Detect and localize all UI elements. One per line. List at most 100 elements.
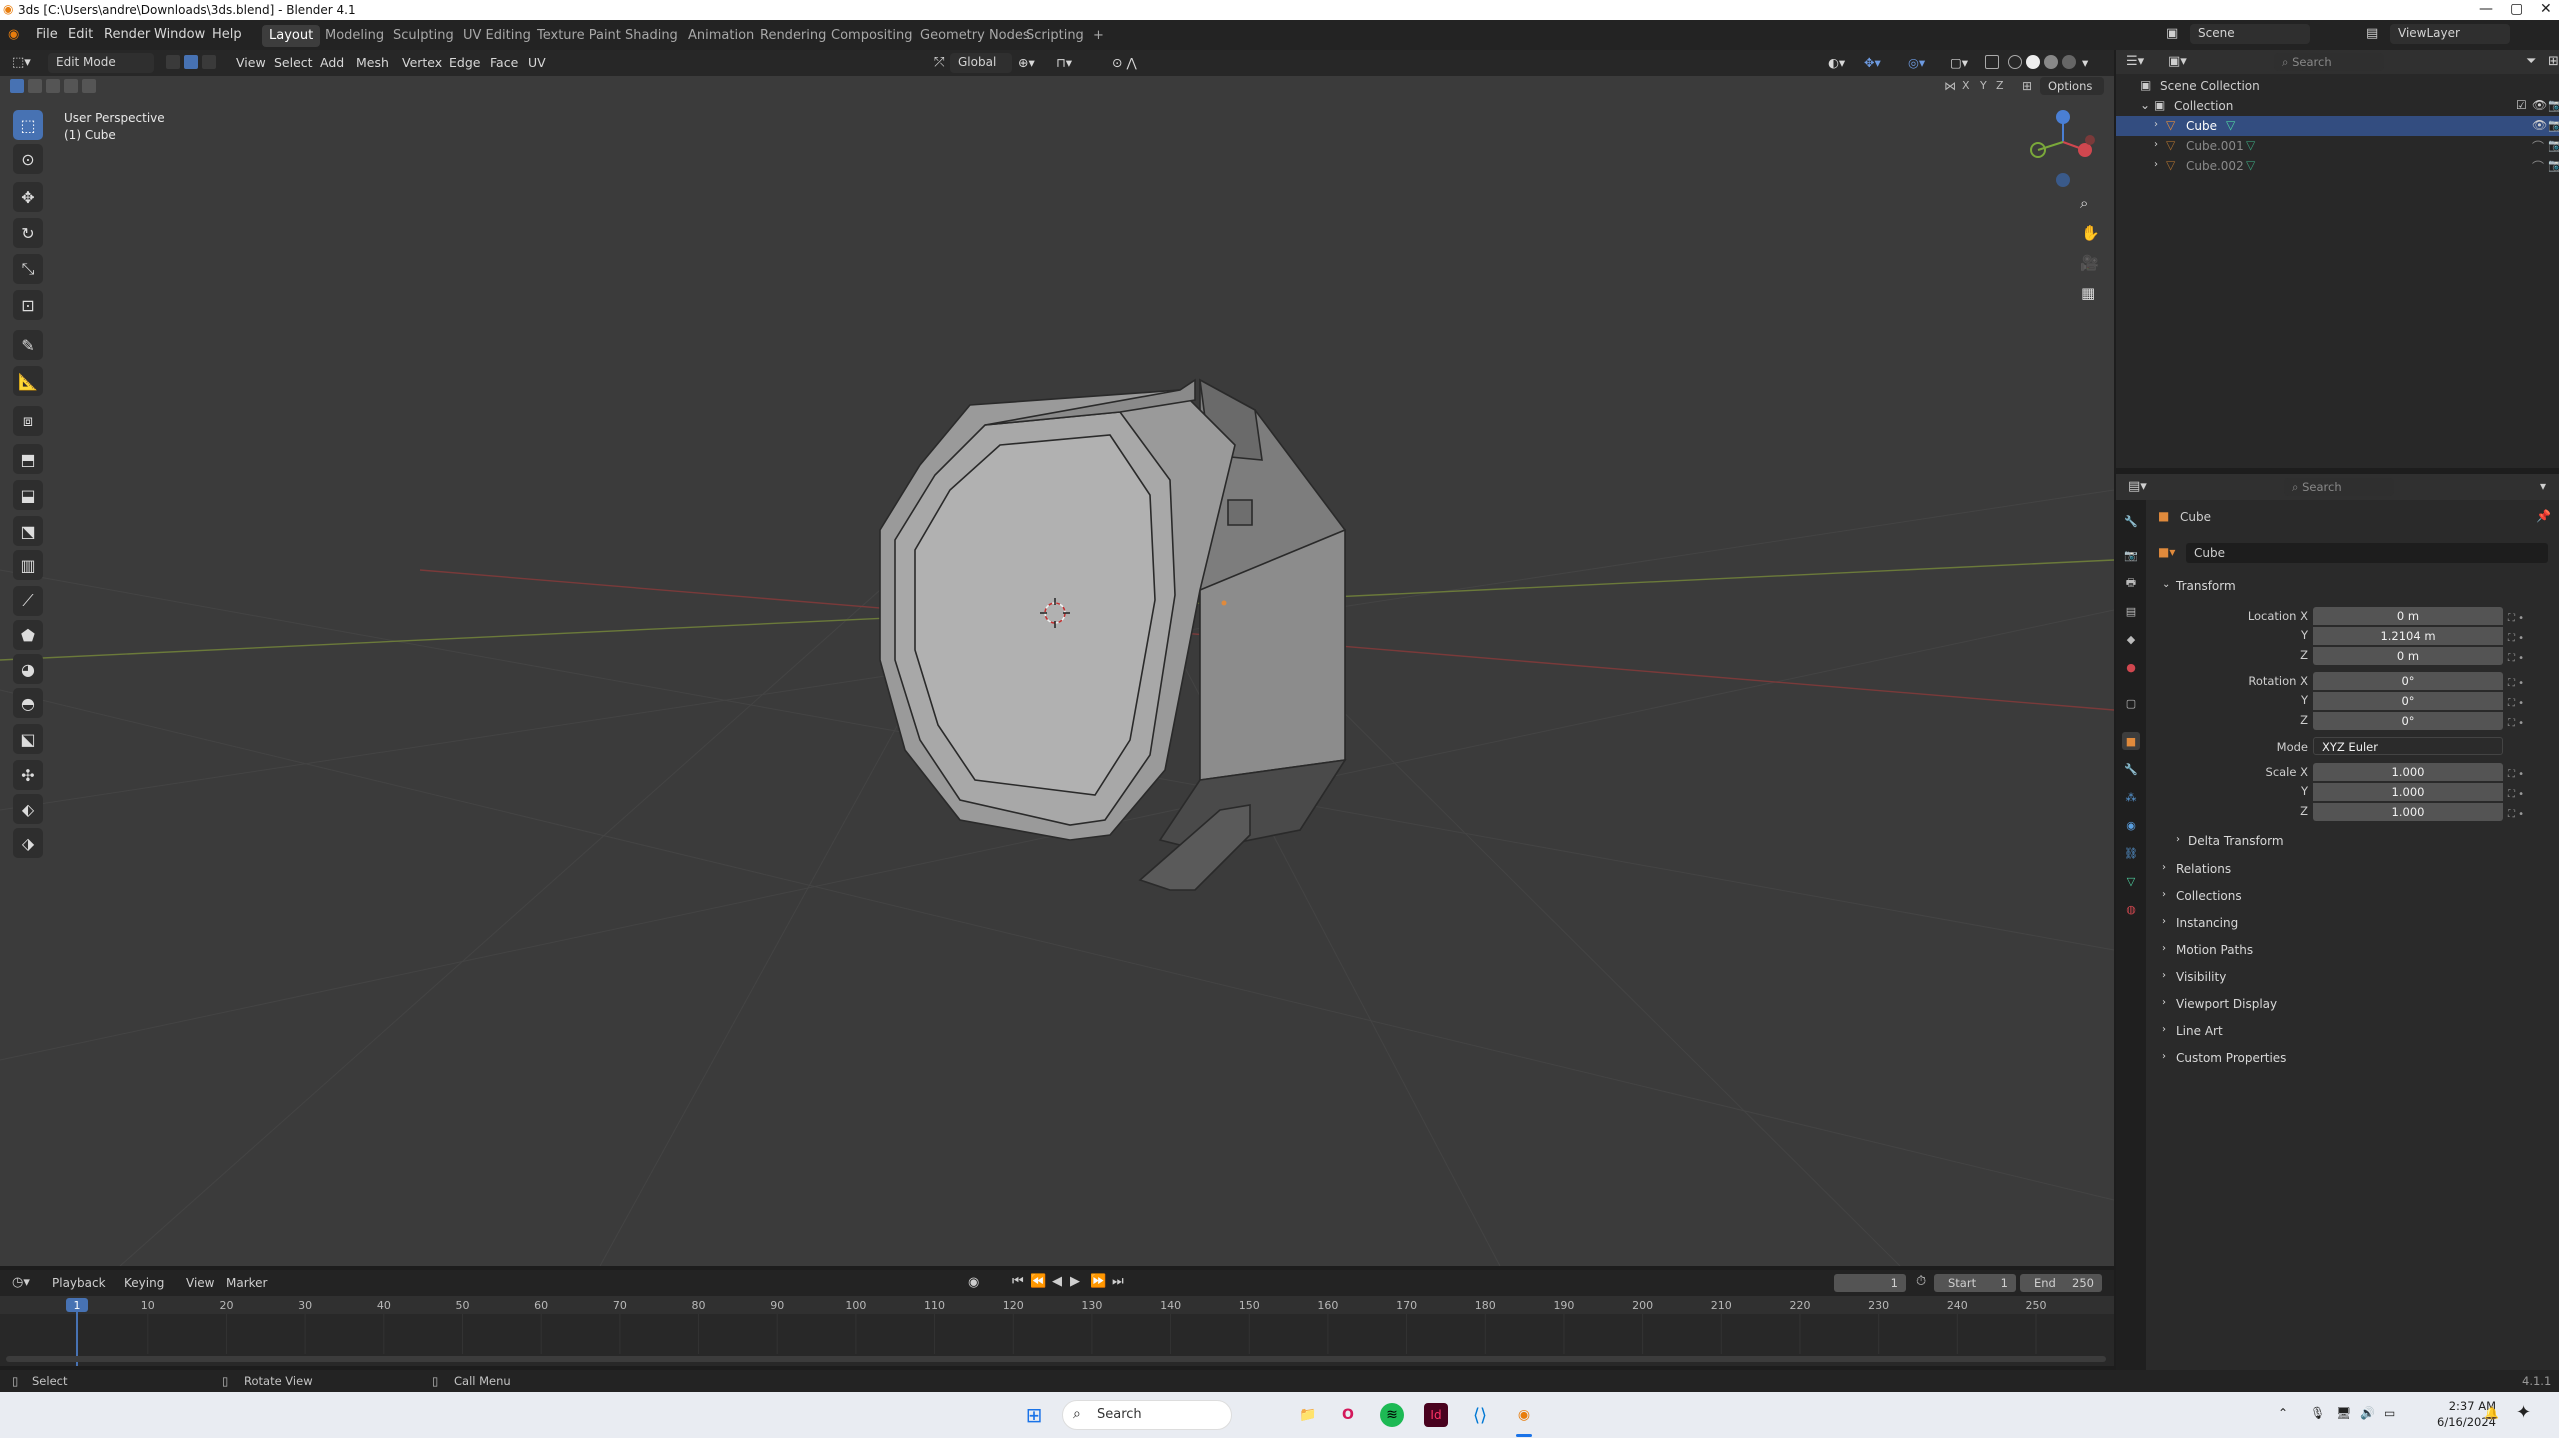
rotation-mode-selector[interactable]: XYZ Euler	[2313, 737, 2503, 755]
rotation-z-field[interactable]: 0°	[2313, 712, 2503, 730]
perspective-toggle-icon[interactable]: ▦	[2081, 284, 2095, 302]
tab-uv-editing[interactable]: UV Editing	[456, 25, 538, 47]
pivot-point-icon[interactable]: ⊕▾	[1018, 55, 1035, 70]
move-tool[interactable]: ✥	[13, 182, 43, 212]
collection-expand-icon[interactable]: ⌄	[2140, 98, 2150, 112]
material-shading-icon[interactable]	[2044, 55, 2058, 69]
outliner-editor-icon[interactable]: ☰▾	[2126, 54, 2144, 69]
location-y-field[interactable]: 1.2104 m	[2313, 627, 2503, 645]
tool-tab-icon[interactable]: 🔧	[2122, 512, 2140, 530]
object-tab-icon[interactable]: ■	[2122, 732, 2140, 750]
select-extend-icon[interactable]	[28, 79, 42, 93]
play-icon[interactable]: ▶	[1070, 1274, 1080, 1289]
properties-search-input[interactable]: ⌕ Search	[2284, 478, 2394, 496]
panel-line-art[interactable]: › Line Art	[2148, 1020, 2548, 1044]
delta-transform-subpanel[interactable]: › Delta Transform	[2160, 830, 2559, 854]
indesign-icon[interactable]: Id	[1424, 1403, 1448, 1427]
object-render-icon[interactable]: 📷	[2548, 138, 2559, 152]
data-tab-icon[interactable]: ▽	[2122, 872, 2140, 890]
menu-window[interactable]: Window	[154, 27, 205, 42]
mode-selector[interactable]: Edit Mode	[48, 53, 154, 73]
auto-keying-icon[interactable]: ◉	[968, 1275, 979, 1290]
menu-timeline-view[interactable]: View	[186, 1276, 214, 1290]
select-subtract-icon[interactable]	[46, 79, 60, 93]
shrink-fatten-tool[interactable]: ✣	[13, 760, 43, 790]
location-z-field[interactable]: 0 m	[2313, 647, 2503, 665]
rotation-x-field[interactable]: 0°	[2313, 672, 2503, 690]
menu-face[interactable]: Face	[490, 55, 518, 70]
poly-build-tool[interactable]: ⬟	[13, 620, 43, 650]
panel-relations[interactable]: › Relations	[2148, 858, 2548, 882]
opera-icon[interactable]: O	[1336, 1403, 1360, 1427]
constraints-tab-icon[interactable]: ⛓	[2122, 844, 2140, 862]
gizmo-toggle-icon[interactable]: ✥▾	[1864, 55, 1881, 70]
notification-bell-icon[interactable]: 🔔	[2484, 1406, 2499, 1420]
blender-menu-icon[interactable]: ◉	[8, 27, 19, 42]
microphone-icon[interactable]: 🎙	[2310, 1406, 2325, 1420]
collection-visibility-icon[interactable]: 👁	[2532, 98, 2547, 112]
menu-view[interactable]: View	[236, 55, 266, 70]
file-explorer-icon[interactable]: 📁	[1296, 1403, 1320, 1427]
scene-tab-icon[interactable]: ◆	[2122, 630, 2140, 648]
vertex-select-icon[interactable]	[166, 55, 180, 69]
expand-arrow-icon[interactable]: ›	[2154, 119, 2158, 130]
edge-select-icon[interactable]	[184, 55, 198, 69]
timeline-editor-icon[interactable]: ◷▾	[12, 1275, 30, 1290]
output-tab-icon[interactable]: 🖶	[2122, 574, 2140, 592]
mirror-icon[interactable]: ⋈	[1944, 79, 1956, 93]
expand-arrow-icon[interactable]: ›	[2154, 139, 2158, 150]
auto-merge-icon[interactable]: ⊞	[2022, 79, 2032, 93]
jump-keyframe-back-icon[interactable]: ⏪	[1030, 1274, 1046, 1289]
new-collection-icon[interactable]: ⊞	[2548, 54, 2559, 69]
jump-start-icon[interactable]: ⏮	[1012, 1274, 1024, 1289]
rotation-y-field[interactable]: 0°	[2313, 692, 2503, 710]
transform-orientation-selector[interactable]: Global	[950, 53, 1012, 73]
options-dropdown[interactable]: Options	[2040, 77, 2104, 95]
proportional-edit-icon[interactable]: ⊙ ⋀	[1112, 55, 1137, 70]
face-select-icon[interactable]	[202, 55, 216, 69]
snap-icon[interactable]: ⊓▾	[1056, 55, 1072, 70]
location-x-field[interactable]: 0 m	[2313, 607, 2503, 625]
spin-tool[interactable]: ◕	[13, 654, 43, 684]
outliner-item-cube-002[interactable]: › ▽ Cube.002 ▽ ⌒ 📷	[2116, 156, 2559, 176]
inset-tool[interactable]: ⬓	[13, 480, 43, 510]
expand-arrow-icon[interactable]: ›	[2154, 159, 2158, 170]
scene-selector[interactable]: Scene	[2190, 24, 2310, 44]
menu-uv[interactable]: UV	[528, 55, 546, 70]
scale-y-field[interactable]: 1.000	[2313, 783, 2503, 801]
windows-start-icon[interactable]: ⊞	[1022, 1403, 1046, 1427]
wireframe-shading-icon[interactable]	[2008, 55, 2022, 69]
tray-overflow-icon[interactable]: ⌃	[2278, 1406, 2288, 1420]
menu-edge[interactable]: Edge	[449, 55, 480, 70]
timeline-area[interactable]: 10 20 30 40 50 60 70 80 90 100 110 120 130 140 150 160 1…	[0, 1296, 2114, 1366]
menu-vertex[interactable]: Vertex	[402, 55, 442, 70]
scale-tool[interactable]: ⤡	[13, 254, 43, 284]
bevel-tool[interactable]: ⬔	[13, 516, 43, 546]
cursor-tool[interactable]: ⊙	[13, 144, 43, 174]
xray-icon[interactable]	[1985, 55, 1999, 69]
select-invert-icon[interactable]	[64, 79, 78, 93]
battery-icon[interactable]: ▭	[2384, 1406, 2395, 1420]
tab-compositing[interactable]: Compositing	[824, 25, 920, 47]
outliner-scene-collection[interactable]: ▣ Scene Collection	[2116, 76, 2559, 96]
measure-tool[interactable]: 📐	[13, 366, 43, 396]
object-datablock-icon[interactable]: ■▾	[2158, 545, 2175, 559]
knife-tool[interactable]: ⟋	[13, 586, 43, 616]
properties-options-icon[interactable]: ▾	[2540, 479, 2546, 493]
lock-keyframe-icons[interactable]: ⛶ • ⛶ • ⛶ •	[2508, 609, 2524, 669]
rip-tool[interactable]: ⬗	[13, 828, 43, 858]
scale-lock-icons[interactable]: ⛶ • ⛶ • ⛶ •	[2508, 765, 2524, 825]
loop-cut-tool[interactable]: ▥	[13, 550, 43, 580]
extrude-tool[interactable]: ⬒	[13, 444, 43, 474]
view-layer-selector[interactable]: ViewLayer	[2390, 24, 2510, 44]
pan-hand-icon[interactable]: ✋	[2081, 224, 2100, 242]
collection-checkbox[interactable]: ☑	[2516, 98, 2527, 112]
pin-icon[interactable]: 📌	[2536, 509, 2551, 523]
close-button[interactable]: ✕	[2540, 1, 2552, 17]
menu-keying[interactable]: Keying	[124, 1276, 164, 1290]
menu-playback[interactable]: Playback	[52, 1276, 106, 1290]
rotate-tool[interactable]: ↻	[13, 218, 43, 248]
rotation-lock-icons[interactable]: ⛶ • ⛶ • ⛶ •	[2508, 674, 2524, 734]
minimize-button[interactable]: —	[2479, 1, 2493, 17]
outliner-collection[interactable]: ⌄ ▣ Collection ☑ 👁 📷	[2116, 96, 2559, 116]
